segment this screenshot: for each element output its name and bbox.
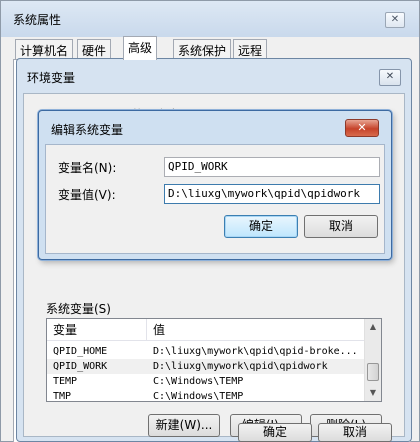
ok-button[interactable]: 确定 [238,423,312,442]
tab-computer-name[interactable]: 计算机名 [15,39,74,59]
dialog-body: 变量名(N): QPID_WORK 变量值(V): D:\liuxg\mywor… [45,144,385,254]
variable-name-input[interactable]: QPID_WORK [164,157,380,177]
var-value: D:\liuxg\mywork\qpid\qpidwork [153,361,328,372]
scroll-up-icon[interactable]: ▲ [365,319,381,335]
close-icon[interactable]: ✕ [345,119,379,137]
var-name: TMP [53,391,72,402]
variable-value-label: 变量值(V): [58,188,116,202]
variable-name-label: 变量名(N): [58,161,117,175]
close-icon[interactable]: ✕ [379,69,401,86]
close-icon[interactable]: ✕ [385,12,405,28]
var-value: C:\Windows\TEMP [153,376,244,387]
env-window-title: 环境变量 [27,71,76,85]
tab-hardware[interactable]: 硬件 [77,39,112,59]
variable-value-input[interactable]: D:\liuxg\mywork\qpid\qpidwork [164,184,380,204]
window-title: 系统属性 [13,13,62,27]
new-variable-button[interactable]: 新建(W)... [148,414,220,437]
tab-advanced[interactable]: 高级 [123,36,158,60]
column-header-value[interactable]: 值 [147,319,365,341]
table-scrollbar[interactable]: ▲ ▼ [364,319,381,401]
system-vars-label: 系统变量(S) [46,302,111,316]
table-row[interactable]: TEMP C:\Windows\TEMP [47,374,365,389]
dialog-title: 编辑系统变量 [51,123,124,137]
var-name: QPID_HOME [53,346,108,357]
tab-system-protection[interactable]: 系统保护 [173,39,232,59]
system-vars-table[interactable]: 变量 值 QPID_HOME D:\liuxg\mywork\qpid\qpid… [46,318,382,402]
cancel-button[interactable]: 取消 [318,423,392,442]
system-properties-titlebar[interactable]: 系统属性 ✕ [1,1,419,37]
scroll-down-icon[interactable]: ▼ [365,385,381,401]
var-name: QPID_WORK [53,361,108,372]
dialog-cancel-button[interactable]: 取消 [304,215,378,238]
table-row-selected[interactable]: QPID_WORK D:\liuxg\mywork\qpid\qpidwork [47,359,365,374]
dialog-ok-button[interactable]: 确定 [224,215,298,238]
table-row[interactable]: TMP C:\Windows\TEMP [47,389,365,402]
tab-remote[interactable]: 远程 [233,39,268,59]
var-value: C:\Windows\TEMP [153,391,244,402]
column-header-variable[interactable]: 变量 [47,319,147,341]
var-value: D:\liuxg\mywork\qpid\qpid-broke... [153,346,358,357]
var-name: TEMP [53,376,78,387]
scrollbar-thumb[interactable] [367,363,379,381]
table-row[interactable]: QPID_HOME D:\liuxg\mywork\qpid\qpid-brok… [47,344,365,359]
edit-system-variable-dialog: 编辑系统变量 ✕ 变量名(N): QPID_WORK 变量值(V): D:\li… [38,110,392,260]
